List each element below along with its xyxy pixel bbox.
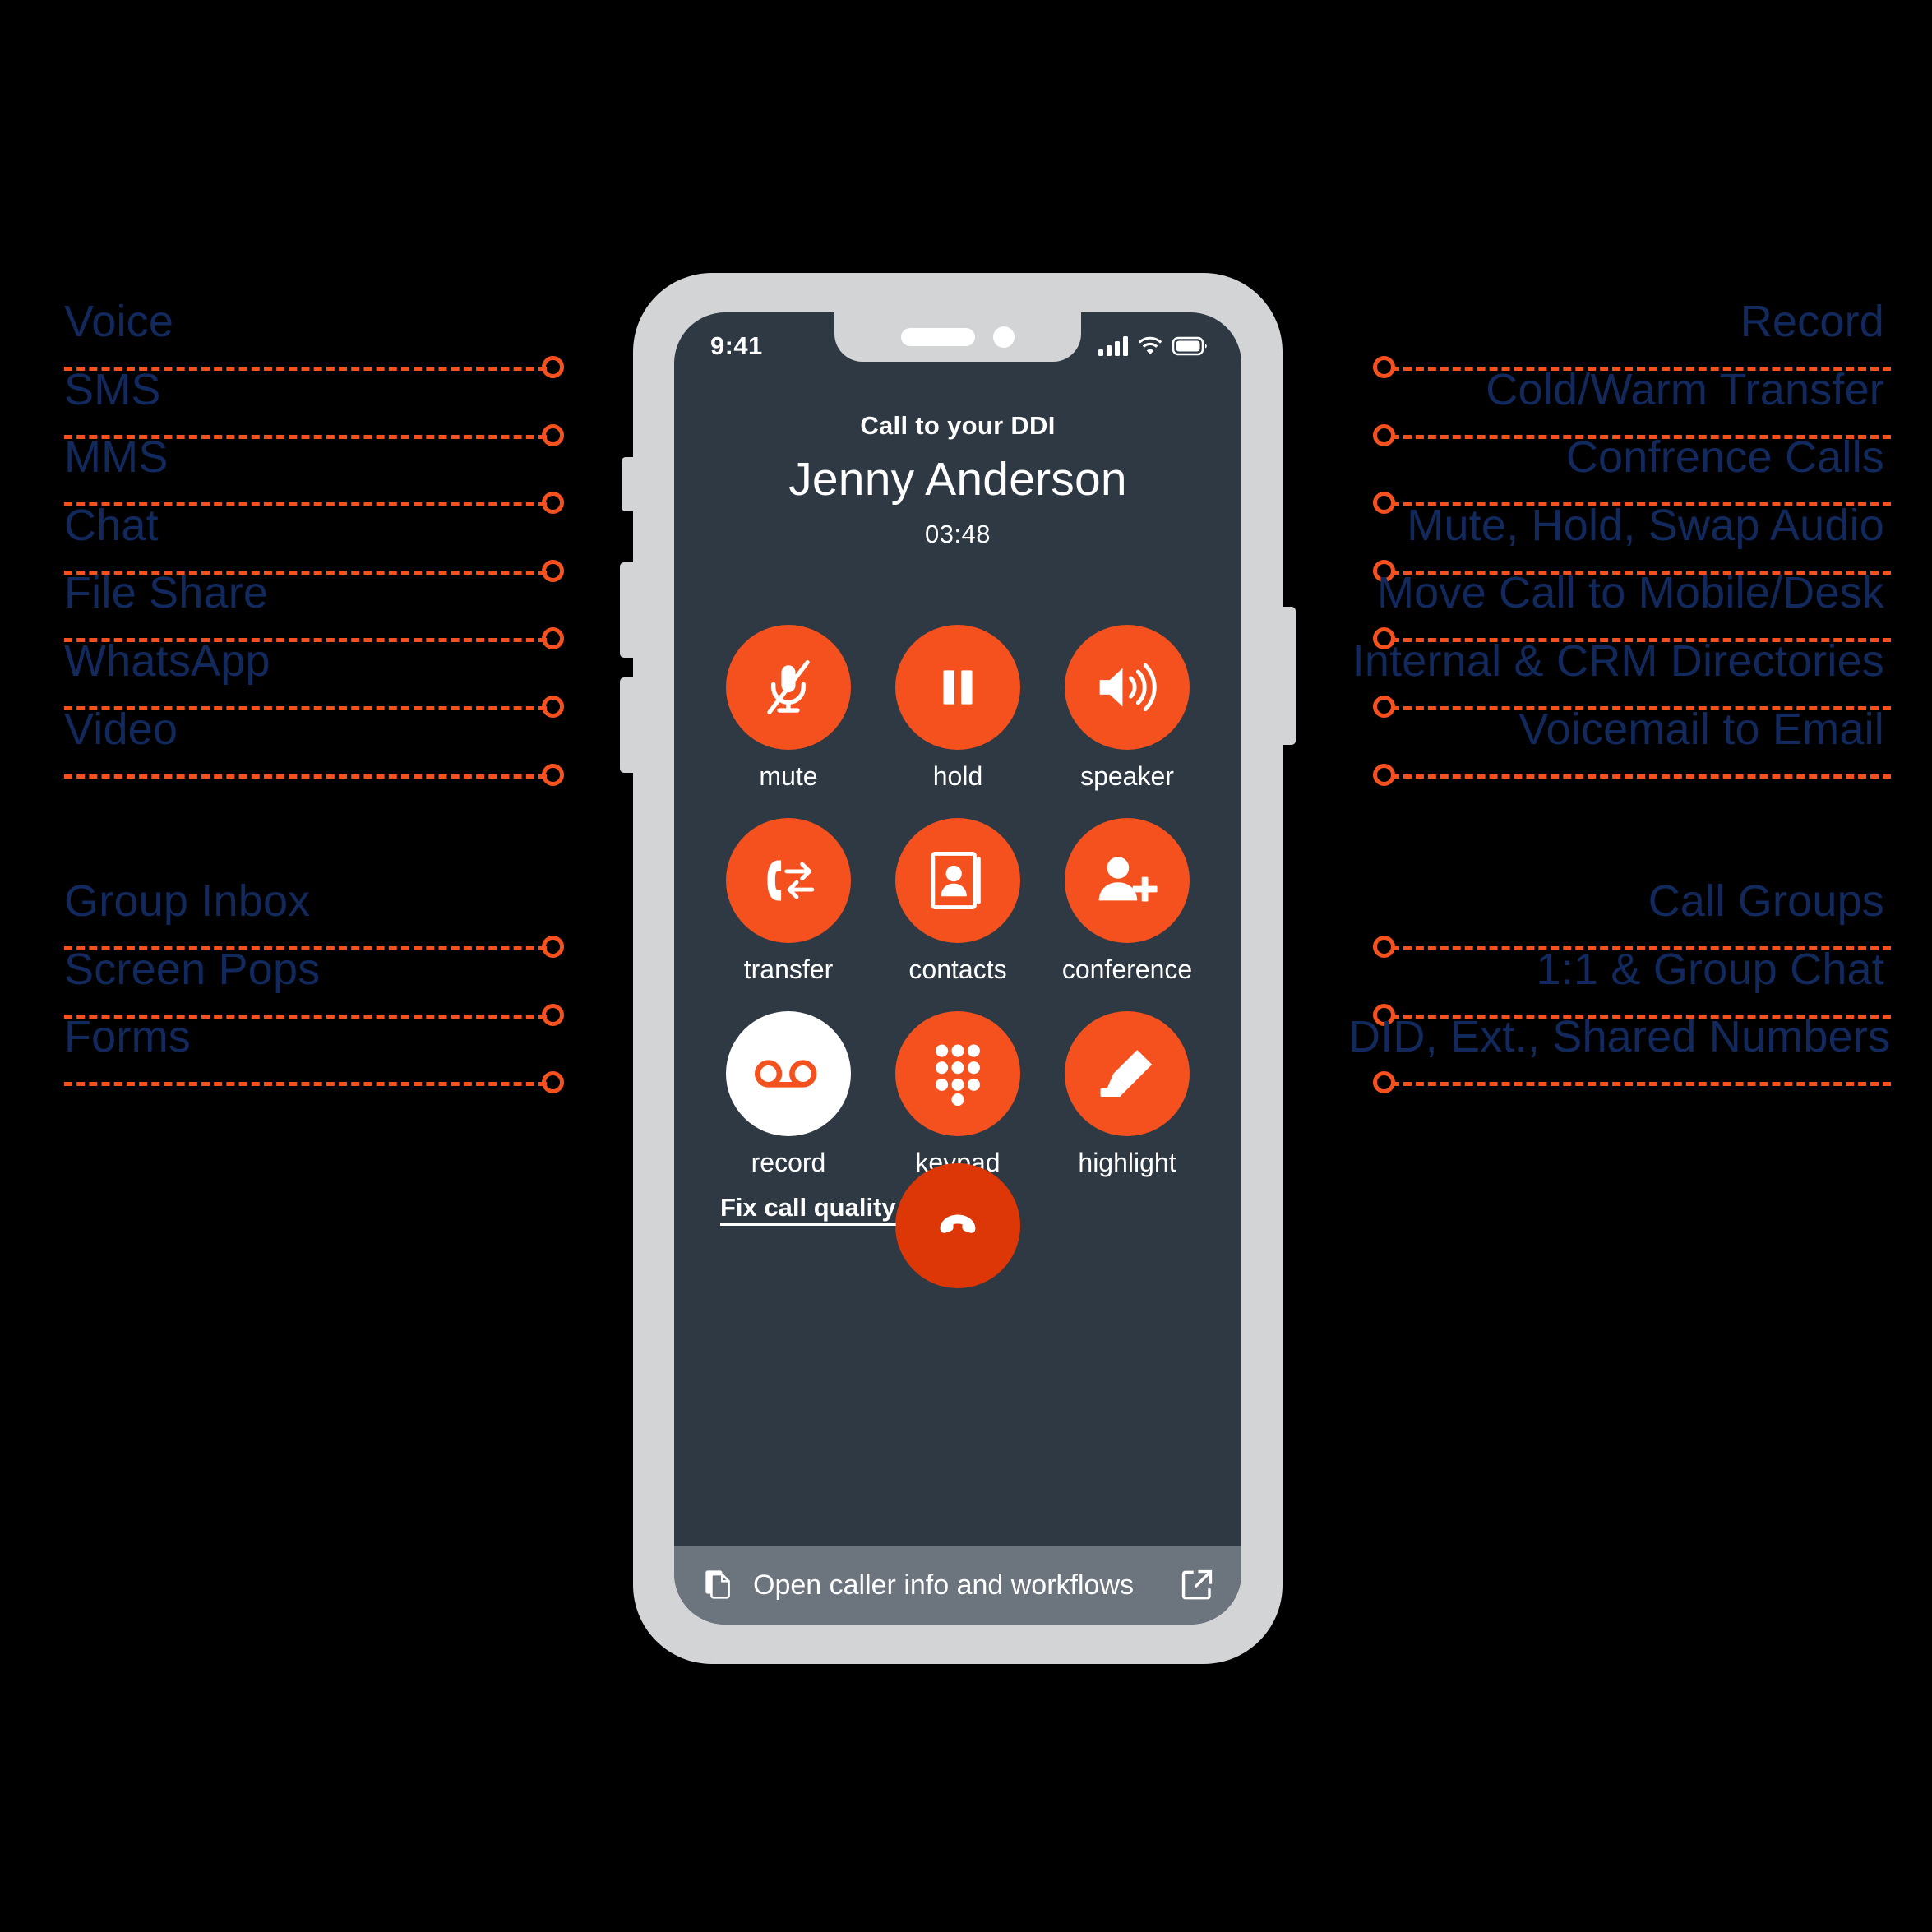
contacts-button[interactable] (895, 818, 1020, 943)
annotation-row-left: Forms (0, 1011, 584, 1110)
annotation-label: Confrence Calls (1565, 432, 1884, 483)
annotation-row-right: DID, Ext., Shared Numbers (1348, 1011, 1932, 1110)
annotation-leader-line (64, 1082, 547, 1087)
call-control-conference[interactable]: conference (1042, 818, 1212, 985)
hold-button[interactable] (895, 625, 1020, 750)
call-control-record[interactable]: record (704, 1011, 873, 1178)
open-caller-info-label: Open caller info and workflows (753, 1569, 1135, 1601)
annotation-label: Group Inbox (64, 876, 311, 926)
voicemail-record-icon (755, 1053, 822, 1094)
phone-mute-switch[interactable] (622, 457, 635, 511)
annotation-label: Forms (64, 1012, 191, 1062)
signal-bars-icon (1098, 336, 1128, 356)
annotation-leader-line (64, 774, 547, 779)
transfer-button[interactable] (726, 818, 851, 943)
call-control-label: conference (1061, 954, 1193, 984)
phone-power-button[interactable] (1281, 607, 1296, 745)
highlighter-pen-icon (1096, 1044, 1158, 1103)
dialpad-icon (930, 1042, 986, 1106)
annotation-label: Internal & CRM Directories (1352, 636, 1884, 686)
annotation-row-left: Video (0, 704, 584, 802)
call-control-contacts[interactable]: contacts (873, 818, 1042, 985)
call-bottom-row: Fix call quality (674, 1163, 1241, 1288)
call-control-hold[interactable]: hold (873, 625, 1042, 792)
annotation-endpoint-dot (542, 763, 564, 786)
status-icons (1098, 336, 1209, 356)
end-call-handset-icon (928, 1196, 987, 1255)
status-bar: 9:41 (674, 312, 1241, 368)
keypad-button[interactable] (895, 1011, 1020, 1136)
record-button[interactable] (726, 1011, 851, 1136)
call-control-speaker[interactable]: speaker (1042, 625, 1212, 792)
annotation-label: Move Call to Mobile/Desk (1376, 568, 1884, 618)
conference-button[interactable] (1065, 818, 1190, 943)
diagram-canvas: Voice SMS MMS Chat File Share WhatsApp Video Gr… (0, 0, 1932, 1932)
wifi-icon (1138, 336, 1162, 356)
call-control-label: hold (932, 761, 983, 791)
call-control-keypad[interactable]: keypad (873, 1011, 1042, 1178)
fix-call-quality-link[interactable]: Fix call quality (720, 1193, 896, 1223)
caller-name: Jenny Anderson (788, 453, 1127, 506)
highlight-button[interactable] (1065, 1011, 1190, 1136)
annotation-label: 1:1 & Group Chat (1536, 944, 1884, 994)
external-link-icon[interactable] (1181, 1569, 1213, 1602)
add-person-icon (1093, 850, 1161, 911)
end-call-button[interactable] (895, 1163, 1020, 1288)
annotation-label: File Share (64, 568, 269, 618)
battery-icon (1172, 336, 1209, 356)
mute-button[interactable] (726, 625, 851, 750)
call-control-mute[interactable]: mute (704, 625, 873, 792)
speaker-loud-icon (1094, 658, 1160, 717)
document-copy-icon (705, 1569, 735, 1602)
phone-mockup: 9:41 Call to your DDI Jenny Anderson 03:… (620, 273, 1296, 1664)
microphone-muted-icon (756, 655, 820, 719)
phone-screen: 9:41 Call to your DDI Jenny Anderson 03:… (674, 312, 1241, 1625)
call-control-transfer[interactable]: transfer (704, 818, 873, 985)
annotation-label: MMS (64, 432, 169, 483)
call-control-label: contacts (908, 954, 1007, 984)
annotation-endpoint-dot (1373, 1071, 1395, 1094)
call-control-label: transfer (743, 954, 834, 984)
annotation-label: Voicemail to Email (1518, 704, 1884, 754)
annotation-label: Screen Pops (64, 944, 321, 994)
call-transfer-icon (756, 851, 821, 910)
phone-volume-up-button[interactable] (620, 562, 635, 658)
annotation-label: SMS (64, 364, 161, 414)
annotation-leader-line (1391, 1082, 1891, 1087)
annotation-label: Record (1740, 296, 1884, 346)
annotation-row-right: Voicemail to Email (1348, 704, 1932, 802)
annotation-label: DID, Ext., Shared Numbers (1348, 1012, 1891, 1062)
call-subtitle: Call to your DDI (860, 411, 1056, 440)
annotation-label: Call Groups (1648, 876, 1884, 926)
call-header: Call to your DDI Jenny Anderson 03:48 (674, 411, 1241, 549)
call-control-highlight[interactable]: highlight (1042, 1011, 1212, 1178)
contact-card-icon (929, 848, 987, 913)
call-control-label: speaker (1080, 761, 1174, 791)
annotation-leader-line (1391, 774, 1891, 779)
annotation-label: Cold/Warm Transfer (1486, 364, 1884, 414)
annotation-label: Mute, Hold, Swap Audio (1407, 500, 1884, 550)
call-controls-grid: mute hold speaker transfer contacts conf… (674, 625, 1241, 1178)
annotation-label: Chat (64, 500, 159, 550)
annotation-label: Voice (64, 296, 174, 346)
annotation-label: WhatsApp (64, 636, 270, 686)
speaker-button[interactable] (1065, 625, 1190, 750)
phone-volume-down-button[interactable] (620, 677, 635, 773)
pause-icon (931, 660, 985, 714)
call-duration: 03:48 (924, 520, 991, 548)
call-control-label: mute (759, 761, 818, 791)
open-caller-info-bar[interactable]: Open caller info and workflows (674, 1546, 1241, 1625)
annotation-endpoint-dot (542, 1071, 564, 1094)
annotation-endpoint-dot (1373, 763, 1395, 786)
annotation-label: Video (64, 704, 178, 754)
status-time: 9:41 (710, 331, 763, 360)
